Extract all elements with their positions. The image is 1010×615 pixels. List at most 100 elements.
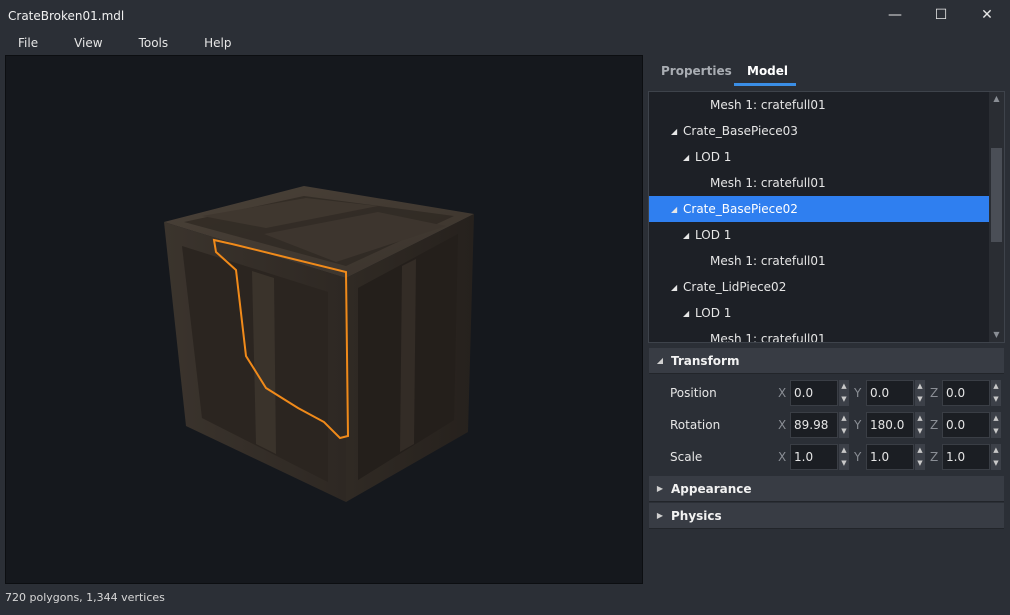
axis-label-y: Y: [854, 386, 862, 400]
stepper-down-icon[interactable]: ▼: [992, 425, 1000, 437]
tree-item[interactable]: ◢ LOD 1: [649, 144, 990, 170]
panel-tabs: Properties Model: [648, 60, 1004, 88]
axis-label-x: X: [778, 450, 787, 464]
number-input-y[interactable]: 1.0: [866, 444, 914, 470]
model-tree[interactable]: Mesh 1: cratefull01 ◢ Crate_BasePiece03 ◢ LO…: [648, 91, 1005, 343]
tree-item[interactable]: ◢ Crate_BasePiece02: [649, 196, 990, 222]
number-input-z[interactable]: 1.0: [942, 444, 990, 470]
scroll-up-icon[interactable]: ▲: [991, 94, 1002, 104]
maximize-button[interactable]: ☐: [918, 0, 964, 30]
axis-label-y: Y: [854, 450, 862, 464]
transform-row-rotation: Rotation X 89.98 ▲ ▼ Y 180.0 ▲ ▼ Z 0.0 ▲ ▼: [649, 409, 1004, 441]
number-stepper[interactable]: ▲ ▼: [991, 380, 1001, 406]
tree-item-label: LOD 1: [695, 306, 732, 320]
tree-item[interactable]: Mesh 1: cratefull01: [649, 92, 990, 118]
number-stepper[interactable]: ▲ ▼: [839, 380, 849, 406]
stepper-up-icon[interactable]: ▲: [840, 412, 848, 424]
number-stepper[interactable]: ▲ ▼: [991, 444, 1001, 470]
menu-view[interactable]: View: [56, 36, 120, 50]
tab-model[interactable]: Model: [747, 64, 788, 78]
expand-arrow-icon[interactable]: ◢: [671, 127, 683, 136]
close-icon: ✕: [981, 7, 993, 23]
expand-arrow-icon: ▶: [656, 484, 664, 493]
minimize-button[interactable]: —: [872, 0, 918, 30]
number-input-z[interactable]: 0.0: [942, 412, 990, 438]
tree-item[interactable]: ◢ LOD 1: [649, 222, 990, 248]
stepper-up-icon[interactable]: ▲: [916, 444, 924, 456]
status-text: 720 polygons, 1,344 vertices: [5, 591, 165, 604]
number-input-x[interactable]: 1.0: [790, 444, 838, 470]
title-bar: CrateBroken01.mdl — ☐ ✕: [0, 0, 1010, 32]
number-input-y[interactable]: 180.0: [866, 412, 914, 438]
number-input-y[interactable]: 0.0: [866, 380, 914, 406]
number-input-z[interactable]: 0.0: [942, 380, 990, 406]
expand-arrow-icon[interactable]: ◢: [683, 153, 695, 162]
scroll-down-icon[interactable]: ▼: [991, 330, 1002, 340]
property-label: Position: [670, 386, 717, 400]
section-appearance[interactable]: ▶ Appearance: [649, 476, 1004, 502]
stepper-up-icon[interactable]: ▲: [916, 380, 924, 392]
stepper-up-icon[interactable]: ▲: [992, 444, 1000, 456]
number-stepper[interactable]: ▲ ▼: [915, 412, 925, 438]
window-controls: — ☐ ✕: [872, 0, 1010, 32]
stepper-down-icon[interactable]: ▼: [992, 457, 1000, 469]
stepper-down-icon[interactable]: ▼: [916, 393, 924, 405]
tab-properties[interactable]: Properties: [661, 64, 732, 78]
active-tab-indicator: [734, 83, 796, 86]
tree-item[interactable]: Mesh 1: cratefull01: [649, 248, 990, 274]
number-stepper[interactable]: ▲ ▼: [915, 380, 925, 406]
number-input-x[interactable]: 89.98: [790, 412, 838, 438]
number-stepper[interactable]: ▲ ▼: [915, 444, 925, 470]
stepper-down-icon[interactable]: ▼: [840, 457, 848, 469]
section-transform-label: Transform: [671, 353, 740, 368]
number-stepper[interactable]: ▲ ▼: [991, 412, 1001, 438]
axis-label-y: Y: [854, 418, 862, 432]
tree-item[interactable]: ◢ Crate_BasePiece03: [649, 118, 990, 144]
number-stepper[interactable]: ▲ ▼: [839, 412, 849, 438]
transform-row-scale: Scale X 1.0 ▲ ▼ Y 1.0 ▲ ▼ Z 1.0 ▲ ▼: [649, 441, 1004, 473]
expand-arrow-icon[interactable]: ◢: [671, 205, 683, 214]
menu-file[interactable]: File: [0, 36, 56, 50]
crate-front-brace: [252, 271, 276, 454]
stepper-up-icon[interactable]: ▲: [916, 412, 924, 424]
property-label: Scale: [670, 450, 703, 464]
tree-item[interactable]: ◢ Crate_LidPiece02: [649, 274, 990, 300]
section-physics[interactable]: ▶ Physics: [649, 503, 1004, 529]
window-title: CrateBroken01.mdl: [8, 9, 125, 23]
stepper-down-icon[interactable]: ▼: [840, 425, 848, 437]
model-viewport[interactable]: [5, 55, 643, 584]
tree-item-label: Mesh 1: cratefull01: [710, 332, 826, 343]
section-transform[interactable]: ◢ Transform: [649, 348, 1004, 374]
section-physics-label: Physics: [671, 508, 722, 523]
tree-item-label: Crate_LidPiece02: [683, 280, 787, 294]
stepper-down-icon[interactable]: ▼: [992, 393, 1000, 405]
section-appearance-label: Appearance: [671, 481, 752, 496]
maximize-icon: ☐: [934, 7, 948, 23]
stepper-down-icon[interactable]: ▼: [916, 425, 924, 437]
close-button[interactable]: ✕: [964, 0, 1010, 30]
expand-arrow-icon[interactable]: ◢: [671, 283, 683, 292]
number-input-x[interactable]: 0.0: [790, 380, 838, 406]
tree-item-label: Crate_BasePiece02: [683, 202, 798, 216]
stepper-up-icon[interactable]: ▲: [992, 412, 1000, 424]
tree-item-label: LOD 1: [695, 228, 732, 242]
tree-item-label: LOD 1: [695, 150, 732, 164]
transform-row-position: Position X 0.0 ▲ ▼ Y 0.0 ▲ ▼ Z 0.0 ▲ ▼: [649, 377, 1004, 409]
collapse-arrow-icon: ◢: [656, 356, 664, 365]
scroll-thumb[interactable]: [991, 148, 1002, 242]
expand-arrow-icon[interactable]: ◢: [683, 309, 695, 318]
tree-item[interactable]: ◢ LOD 1: [649, 300, 990, 326]
tree-item[interactable]: Mesh 1: cratefull01: [649, 170, 990, 196]
stepper-up-icon[interactable]: ▲: [840, 444, 848, 456]
stepper-up-icon[interactable]: ▲: [840, 380, 848, 392]
stepper-up-icon[interactable]: ▲: [992, 380, 1000, 392]
menu-help[interactable]: Help: [186, 36, 249, 50]
tree-scrollbar[interactable]: ▲ ▼: [989, 92, 1004, 342]
expand-arrow-icon[interactable]: ◢: [683, 231, 695, 240]
number-stepper[interactable]: ▲ ▼: [839, 444, 849, 470]
menu-tools[interactable]: Tools: [121, 36, 187, 50]
stepper-down-icon[interactable]: ▼: [840, 393, 848, 405]
stepper-down-icon[interactable]: ▼: [916, 457, 924, 469]
expand-arrow-icon: ▶: [656, 511, 664, 520]
tree-item[interactable]: Mesh 1: cratefull01: [649, 326, 990, 343]
